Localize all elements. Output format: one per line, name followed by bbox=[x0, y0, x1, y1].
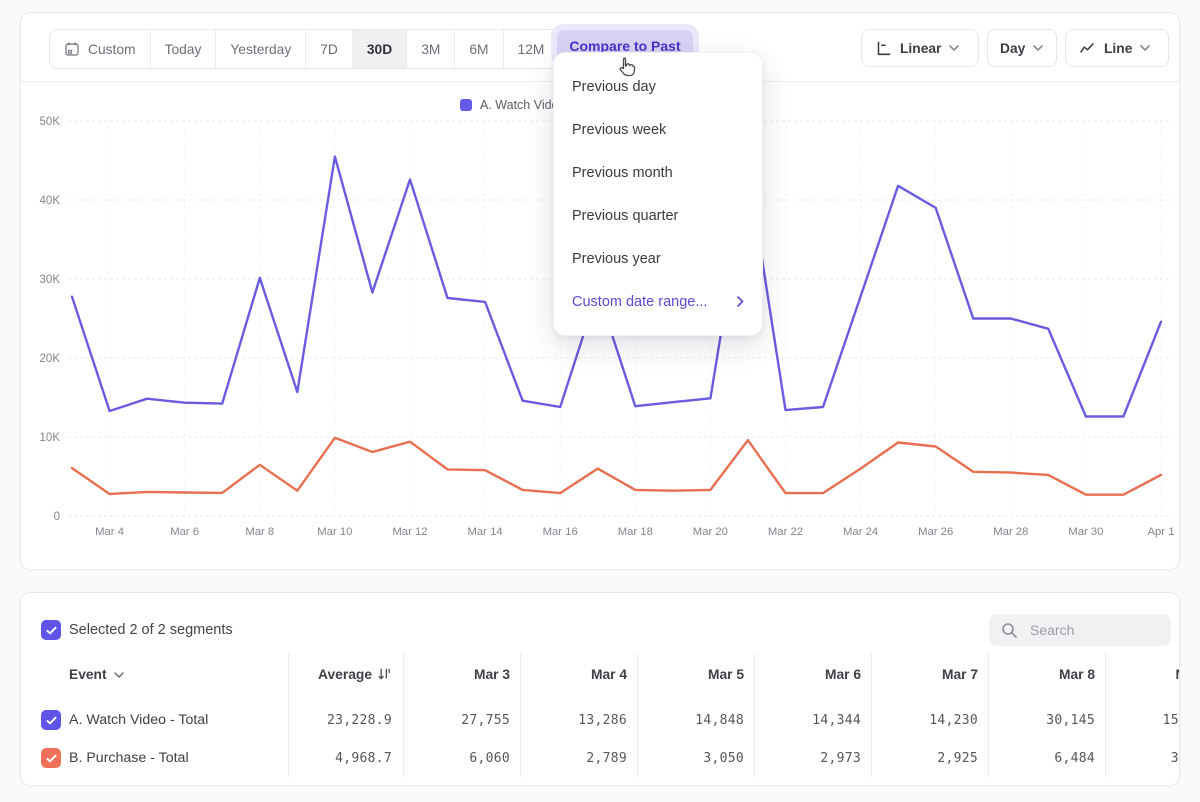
cell-value: 2,973 bbox=[754, 751, 871, 766]
chevron-right-icon bbox=[737, 296, 744, 307]
cell-value: 14,230 bbox=[871, 713, 988, 728]
range-tab-3m[interactable]: 3M bbox=[406, 30, 454, 68]
range-tab-7d[interactable]: 7D bbox=[305, 30, 352, 68]
column-separator bbox=[288, 653, 289, 777]
average-column-header[interactable]: Average bbox=[288, 667, 392, 682]
date-column-header[interactable]: Mar 7 bbox=[871, 667, 988, 682]
table-row-purchase: B. Purchase - Total 4,968.7 6,0602,7893,… bbox=[21, 739, 1179, 777]
date-range-control: Custom Today Yesterday 7D 30D 3M 6M 12M bbox=[49, 29, 559, 69]
cell-value: 3, bbox=[1105, 751, 1180, 766]
compare-to-past-menu: Previous day Previous week Previous mont… bbox=[553, 52, 763, 336]
chart-type-dropdown[interactable]: Line bbox=[1065, 29, 1169, 67]
range-tab-30d[interactable]: 30D bbox=[352, 30, 406, 68]
scale-dropdown[interactable]: Linear bbox=[861, 29, 979, 67]
linear-axis-icon bbox=[874, 39, 892, 57]
event-name: A. Watch Video - Total bbox=[69, 712, 208, 728]
cell-value: 14,848 bbox=[637, 713, 754, 728]
line-chart-icon bbox=[1078, 39, 1096, 57]
search-icon bbox=[1001, 622, 1018, 639]
column-separator bbox=[754, 653, 755, 777]
row-checkbox-watch-video[interactable] bbox=[41, 710, 61, 730]
interval-dropdown[interactable]: Day bbox=[987, 29, 1057, 67]
table-row-watch-video: A. Watch Video - Total 23,228.9 27,75513… bbox=[21, 701, 1179, 739]
event-column-header[interactable]: Event bbox=[69, 667, 124, 682]
date-column-header[interactable]: Mar 5 bbox=[637, 667, 754, 682]
legend-swatch-watch-video bbox=[460, 99, 472, 111]
range-tab-6m[interactable]: 6M bbox=[454, 30, 502, 68]
range-tab-today[interactable]: Today bbox=[150, 30, 216, 68]
column-separator bbox=[403, 653, 404, 777]
chevron-down-icon bbox=[114, 672, 124, 678]
cell-value: 15, bbox=[1105, 713, 1180, 728]
selected-segments-label: Selected 2 of 2 segments bbox=[69, 622, 233, 638]
date-column-header[interactable]: Mar 3 bbox=[403, 667, 520, 682]
legend-label: A. Watch Vide bbox=[480, 98, 559, 112]
segments-table: Event Average Mar 3Mar 4Mar 5Mar 6Mar 7M… bbox=[21, 653, 1179, 777]
cell-value: 14,344 bbox=[754, 713, 871, 728]
chevron-down-icon bbox=[949, 45, 959, 51]
menu-item-previous-quarter[interactable]: Previous quarter bbox=[554, 194, 762, 237]
average-value: 23,228.9 bbox=[268, 713, 392, 728]
cell-value: 30,145 bbox=[988, 713, 1105, 728]
cell-value: 2,925 bbox=[871, 751, 988, 766]
cell-value: 6,484 bbox=[988, 751, 1105, 766]
segments-header: Selected 2 of 2 segments bbox=[21, 593, 1179, 653]
menu-item-previous-day[interactable]: Previous day bbox=[554, 65, 762, 108]
range-tab-label: Custom bbox=[88, 42, 136, 57]
cell-value: 13,286 bbox=[520, 713, 637, 728]
range-tab-custom[interactable]: Custom bbox=[50, 30, 150, 68]
check-icon bbox=[45, 752, 58, 765]
search-box[interactable] bbox=[989, 614, 1171, 646]
date-column-header[interactable]: M bbox=[1105, 667, 1180, 682]
date-column-header[interactable]: Mar 4 bbox=[520, 667, 637, 682]
row-checkbox-purchase[interactable] bbox=[41, 748, 61, 768]
cell-value: 3,050 bbox=[637, 751, 754, 766]
column-separator bbox=[988, 653, 989, 777]
search-input[interactable] bbox=[1028, 621, 1152, 639]
column-separator bbox=[1105, 653, 1106, 777]
table-header-row: Event Average Mar 3Mar 4Mar 5Mar 6Mar 7M… bbox=[21, 653, 1179, 701]
mouse-cursor-icon bbox=[615, 55, 639, 81]
cell-value: 2,789 bbox=[520, 751, 637, 766]
chevron-down-icon bbox=[1033, 45, 1043, 51]
average-value: 4,968.7 bbox=[268, 751, 392, 766]
segments-panel: Selected 2 of 2 segments Event Average M… bbox=[20, 592, 1180, 786]
menu-item-previous-year[interactable]: Previous year bbox=[554, 237, 762, 280]
sort-descending-icon bbox=[377, 667, 392, 682]
check-icon bbox=[45, 624, 58, 637]
select-all-checkbox[interactable] bbox=[41, 620, 61, 640]
range-tab-12m[interactable]: 12M bbox=[503, 30, 559, 68]
menu-item-previous-month[interactable]: Previous month bbox=[554, 151, 762, 194]
menu-item-previous-week[interactable]: Previous week bbox=[554, 108, 762, 151]
menu-item-custom-date-range[interactable]: Custom date range... bbox=[554, 280, 762, 323]
chevron-down-icon bbox=[1140, 45, 1150, 51]
column-separator bbox=[871, 653, 872, 777]
cell-value: 6,060 bbox=[403, 751, 520, 766]
date-column-header[interactable]: Mar 8 bbox=[988, 667, 1105, 682]
range-tab-yesterday[interactable]: Yesterday bbox=[215, 30, 305, 68]
column-separator bbox=[520, 653, 521, 777]
cell-value: 27,755 bbox=[403, 713, 520, 728]
column-separator bbox=[637, 653, 638, 777]
date-column-header[interactable]: Mar 6 bbox=[754, 667, 871, 682]
chart-legend: A. Watch Vide bbox=[460, 95, 559, 115]
check-icon bbox=[45, 714, 58, 727]
calendar-icon bbox=[64, 41, 80, 57]
event-name: B. Purchase - Total bbox=[69, 750, 189, 766]
